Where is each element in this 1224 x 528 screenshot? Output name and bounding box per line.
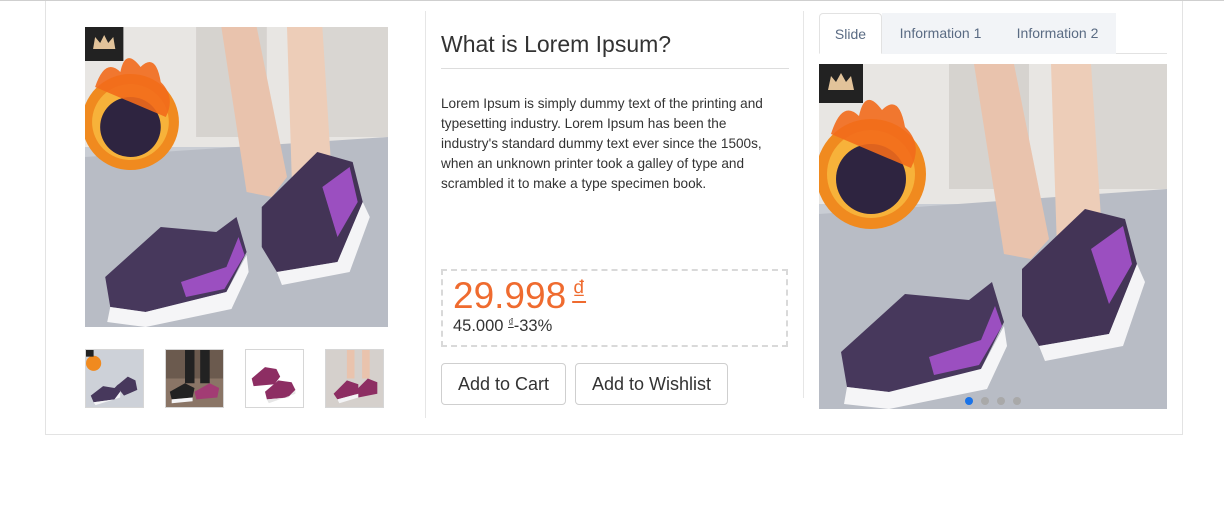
discount-badge: -33% [513, 317, 553, 335]
product-title: What is Lorem Ipsum? [441, 31, 672, 57]
column-divider [803, 11, 804, 398]
thumbnail-3[interactable] [245, 349, 304, 408]
tab-information-1[interactable]: Information 1 [882, 13, 999, 54]
product-main-image[interactable] [85, 27, 388, 327]
slider-dots [965, 392, 1029, 410]
slider-dot-2[interactable] [981, 397, 989, 405]
current-price: 29.998 ₫ [453, 275, 586, 317]
slider-dot-1[interactable] [965, 397, 973, 405]
column-divider [425, 11, 426, 418]
currency-symbol: ₫ [572, 275, 587, 305]
add-to-wishlist-button[interactable]: Add to Wishlist [575, 363, 728, 405]
product-description: Lorem Ipsum is simply dummy text of the … [441, 96, 763, 191]
thumbnail-1[interactable] [85, 349, 144, 408]
tab-information-2[interactable]: Information 2 [999, 13, 1116, 54]
slider-image[interactable] [819, 64, 1167, 409]
tab-slide[interactable]: Slide [819, 13, 882, 54]
old-price-value: 45.000 [453, 317, 504, 335]
slider-dot-3[interactable] [997, 397, 1005, 405]
old-price: 45.000 ₫-33% [453, 317, 552, 336]
price-box: 29.998 ₫ 45.000 ₫-33% [441, 269, 788, 347]
title-divider [441, 68, 789, 69]
thumbnail-4[interactable] [325, 349, 384, 408]
thumbnail-2[interactable] [165, 349, 224, 408]
slider-dot-4[interactable] [1013, 397, 1021, 405]
add-to-cart-button[interactable]: Add to Cart [441, 363, 566, 405]
price-value: 29.998 [453, 275, 567, 316]
